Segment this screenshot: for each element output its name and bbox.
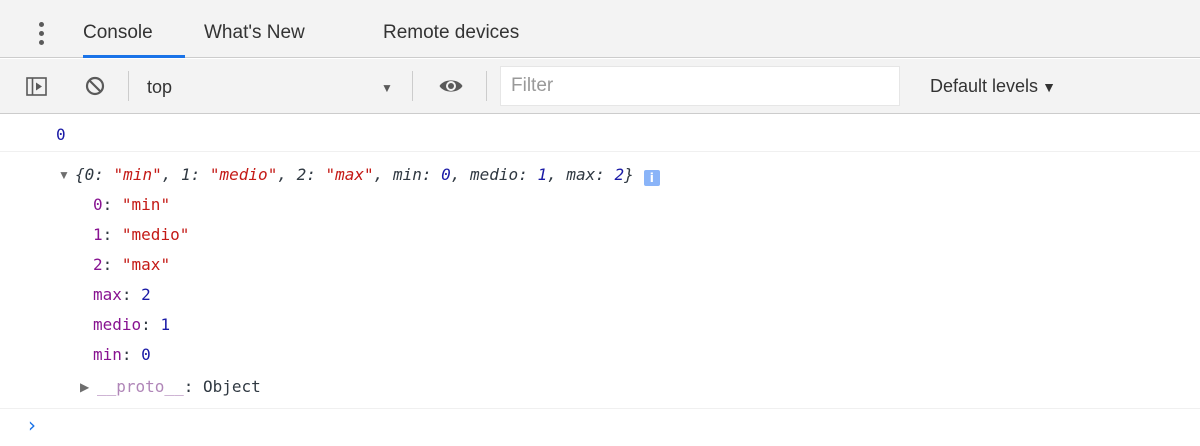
show-sidebar-icon[interactable] [26,76,47,97]
property-row: min: 0 [93,345,151,364]
tab-console[interactable]: Console [83,18,185,58]
console-message: 0 [0,115,1200,152]
log-levels-label: Default levels [930,76,1039,96]
info-icon[interactable]: i [643,170,660,186]
context-selector[interactable] [140,65,398,107]
more-options-icon[interactable] [38,20,46,48]
clear-console-icon[interactable] [84,75,106,97]
proto-row[interactable]: __proto__: Object [97,377,261,397]
log-levels-dropdown[interactable]: Default levels ▼ [930,74,1056,99]
eye-icon[interactable] [438,75,464,97]
toolbar-separator [128,71,129,101]
property-row: 0: "min" [93,195,171,214]
property-row: 1: "medio" [93,225,190,244]
log-output-value: 0 [56,125,66,144]
chevron-down-icon: ▼ [381,81,393,95]
property-row: max: 2 [93,285,151,304]
filter-input[interactable] [500,66,900,106]
object-preview[interactable]: {0: "min", 1: "medio", 2: "max", min: 0,… [75,165,660,186]
tab-remote-devices[interactable]: Remote devices [383,18,519,48]
dropdown-arrow-icon: ▼ [1042,79,1056,95]
context-selector-label: top [147,77,173,97]
console-prompt-icon[interactable]: › [28,415,36,435]
tab-whats-new[interactable]: What's New [204,18,305,48]
property-row: medio: 1 [93,315,171,334]
collapsed-triangle-icon[interactable]: ▶ [80,377,89,397]
property-row: 2: "max" [93,255,171,274]
expanded-triangle-icon[interactable]: ▼ [58,165,70,185]
toolbar-separator [486,71,487,101]
console-toolbar: top ▼ Default levels▼ [0,59,1200,114]
toolbar-separator [412,71,413,101]
console-message-object: ▼ {0: "min", 1: "medio", 2: "max", min: … [0,152,1200,409]
drawer-tab-bar: Console What's New Remote devices [0,0,1200,58]
